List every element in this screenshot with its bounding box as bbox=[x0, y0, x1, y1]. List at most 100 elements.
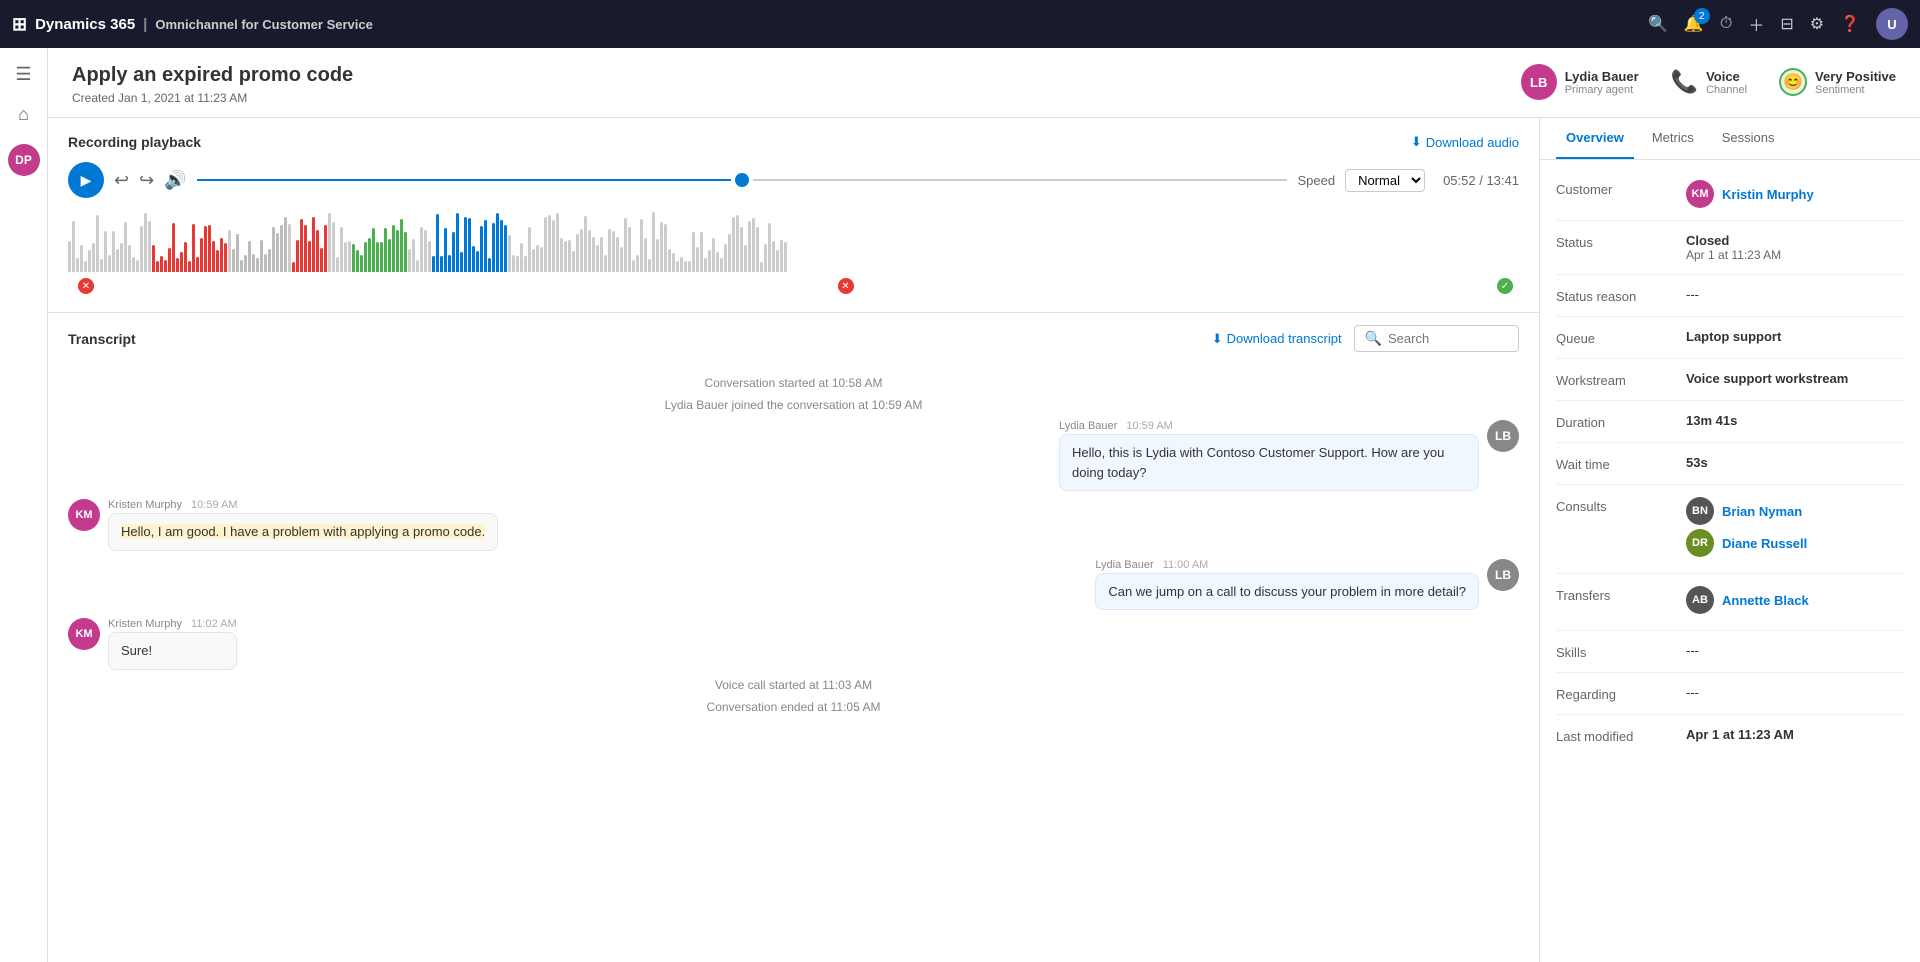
waveform-bar bbox=[760, 262, 763, 272]
gear-icon-btn[interactable]: ⚙ bbox=[1810, 14, 1824, 34]
message-row-customer-1: KM Kristen Murphy 10:59 AM Hello, I am g… bbox=[68, 499, 1519, 551]
waveform-bar bbox=[596, 245, 599, 272]
sidebar-avatar[interactable]: DP bbox=[8, 144, 40, 176]
waveform-bar bbox=[72, 221, 75, 272]
msg-sender-customer-1: Kristen Murphy 10:59 AM bbox=[108, 499, 498, 511]
highlighted-text-1: Hello, I am good. I have a problem with … bbox=[121, 524, 485, 539]
channel-meta: 📞 Voice Channel bbox=[1671, 69, 1747, 96]
waveform-bar bbox=[680, 257, 683, 272]
download-audio-label: Download audio bbox=[1426, 135, 1519, 150]
left-panel: Recording playback ⬇ Download audio ▶ ↩ … bbox=[48, 118, 1540, 962]
waveform-bar bbox=[228, 230, 231, 272]
waveform-bar bbox=[180, 252, 183, 272]
waveform-bar bbox=[116, 249, 119, 272]
volume-icon[interactable]: 🔊 bbox=[164, 170, 186, 191]
waveform-bar bbox=[256, 258, 259, 272]
waveform-bar bbox=[336, 257, 339, 272]
rewind-icon[interactable]: ↩ bbox=[114, 170, 129, 191]
waveform-bar bbox=[636, 255, 639, 272]
waveform-bar bbox=[384, 228, 387, 272]
waveform-bar bbox=[204, 226, 207, 272]
customer-name-link[interactable]: Kristin Murphy bbox=[1722, 187, 1814, 202]
home-icon[interactable]: ⌂ bbox=[6, 96, 42, 132]
overview-row-workstream: Workstream Voice support workstream bbox=[1556, 359, 1904, 401]
waveform-bar bbox=[764, 244, 767, 272]
system-message-voice: Voice call started at 11:03 AM bbox=[68, 678, 1519, 692]
waveform-bar bbox=[768, 223, 771, 272]
agent-name: Lydia Bauer bbox=[1565, 69, 1639, 84]
waveform-bar bbox=[296, 240, 299, 272]
waveform-bar bbox=[540, 247, 543, 272]
waveform-bar bbox=[352, 244, 355, 272]
overview-row-last-modified: Last modified Apr 1 at 11:23 AM bbox=[1556, 715, 1904, 756]
brian-name-link[interactable]: Brian Nyman bbox=[1722, 504, 1802, 519]
waveform-bar bbox=[688, 261, 691, 272]
msg-sender-agent-2: Lydia Bauer 11:00 AM bbox=[1095, 559, 1479, 571]
filter-icon-btn[interactable]: ⊟ bbox=[1780, 14, 1793, 34]
case-title-block: Apply an expired promo code Created Jan … bbox=[72, 64, 1481, 105]
search-input[interactable] bbox=[1388, 331, 1508, 346]
status-reason-label: Status reason bbox=[1556, 287, 1686, 304]
play-button[interactable]: ▶ bbox=[68, 162, 104, 198]
waveform-bar bbox=[392, 225, 395, 272]
progress-thumb[interactable] bbox=[735, 173, 749, 187]
duration-value: 13m 41s bbox=[1686, 413, 1904, 428]
waveform-bar bbox=[480, 226, 483, 272]
search-icon-btn[interactable]: 🔍 bbox=[1648, 14, 1668, 34]
waveform-bar bbox=[776, 250, 779, 272]
message-row-agent-1: Lydia Bauer 10:59 AM Hello, this is Lydi… bbox=[68, 420, 1519, 491]
waveform-bar bbox=[292, 262, 295, 272]
overview-row-regarding: Regarding --- bbox=[1556, 673, 1904, 715]
waveform-bar bbox=[704, 258, 707, 272]
waveform-bar bbox=[84, 261, 87, 272]
diane-name-link[interactable]: Diane Russell bbox=[1722, 536, 1807, 551]
download-audio-link[interactable]: ⬇ Download audio bbox=[1411, 134, 1519, 150]
waveform-bar bbox=[424, 230, 427, 272]
message-content-customer-1: Kristen Murphy 10:59 AM Hello, I am good… bbox=[108, 499, 498, 551]
plus-icon-btn[interactable]: ＋ bbox=[1748, 12, 1764, 36]
tab-metrics[interactable]: Metrics bbox=[1642, 118, 1704, 159]
waveform-bar bbox=[572, 251, 575, 272]
waveform-bar bbox=[720, 258, 723, 272]
customer-value: KM Kristin Murphy bbox=[1686, 180, 1904, 208]
progress-bar[interactable] bbox=[197, 173, 1288, 187]
waveform-bar bbox=[476, 251, 479, 272]
waveform-bar bbox=[128, 245, 131, 272]
waveform-bar bbox=[620, 247, 623, 272]
waveform-bar bbox=[584, 216, 587, 272]
waveform-bar bbox=[660, 222, 663, 272]
waveform-bar bbox=[340, 227, 343, 272]
download-transcript-link[interactable]: ⬇ Download transcript bbox=[1212, 331, 1342, 347]
waveform-bar bbox=[628, 227, 631, 272]
user-avatar[interactable]: U bbox=[1876, 8, 1908, 40]
overview-row-transfers: Transfers AB Annette Black bbox=[1556, 574, 1904, 631]
hamburger-icon[interactable]: ☰ bbox=[6, 56, 42, 92]
overview-row-skills: Skills --- bbox=[1556, 631, 1904, 673]
bell-icon-btn[interactable]: 🔔 2 bbox=[1684, 14, 1704, 34]
speed-select[interactable]: Normal 0.75x 1.25x 1.5x 2x bbox=[1345, 169, 1425, 192]
waveform-bar bbox=[652, 212, 655, 272]
waveform-bar bbox=[216, 250, 219, 272]
module-name: Omnichannel for Customer Service bbox=[155, 17, 372, 32]
waveform-bar bbox=[784, 242, 787, 272]
recording-title: Recording playback bbox=[68, 134, 201, 150]
tab-sessions[interactable]: Sessions bbox=[1712, 118, 1785, 159]
waveform-bar bbox=[772, 241, 775, 272]
waveform-bar bbox=[524, 256, 527, 272]
grid-icon[interactable]: ⊞ bbox=[12, 14, 27, 35]
help-icon-btn[interactable]: ❓ bbox=[1840, 14, 1860, 34]
forward-icon[interactable]: ↪ bbox=[139, 170, 154, 191]
waveform-bar bbox=[512, 255, 515, 272]
waveform-bar bbox=[508, 235, 511, 272]
waveform-bar bbox=[172, 223, 175, 272]
waveform-bar bbox=[68, 241, 71, 272]
transcript-search-box[interactable]: 🔍 bbox=[1354, 325, 1519, 352]
tab-overview[interactable]: Overview bbox=[1556, 118, 1634, 159]
waveform-bar bbox=[568, 240, 571, 272]
annette-name-link[interactable]: Annette Black bbox=[1722, 593, 1809, 608]
msg-time-customer-1: 10:59 AM bbox=[191, 499, 237, 511]
clock-icon-btn[interactable]: ⏱ bbox=[1720, 15, 1732, 33]
progress-filled bbox=[197, 179, 731, 181]
waveform-bar bbox=[648, 259, 651, 272]
waveform-bar bbox=[432, 256, 435, 272]
